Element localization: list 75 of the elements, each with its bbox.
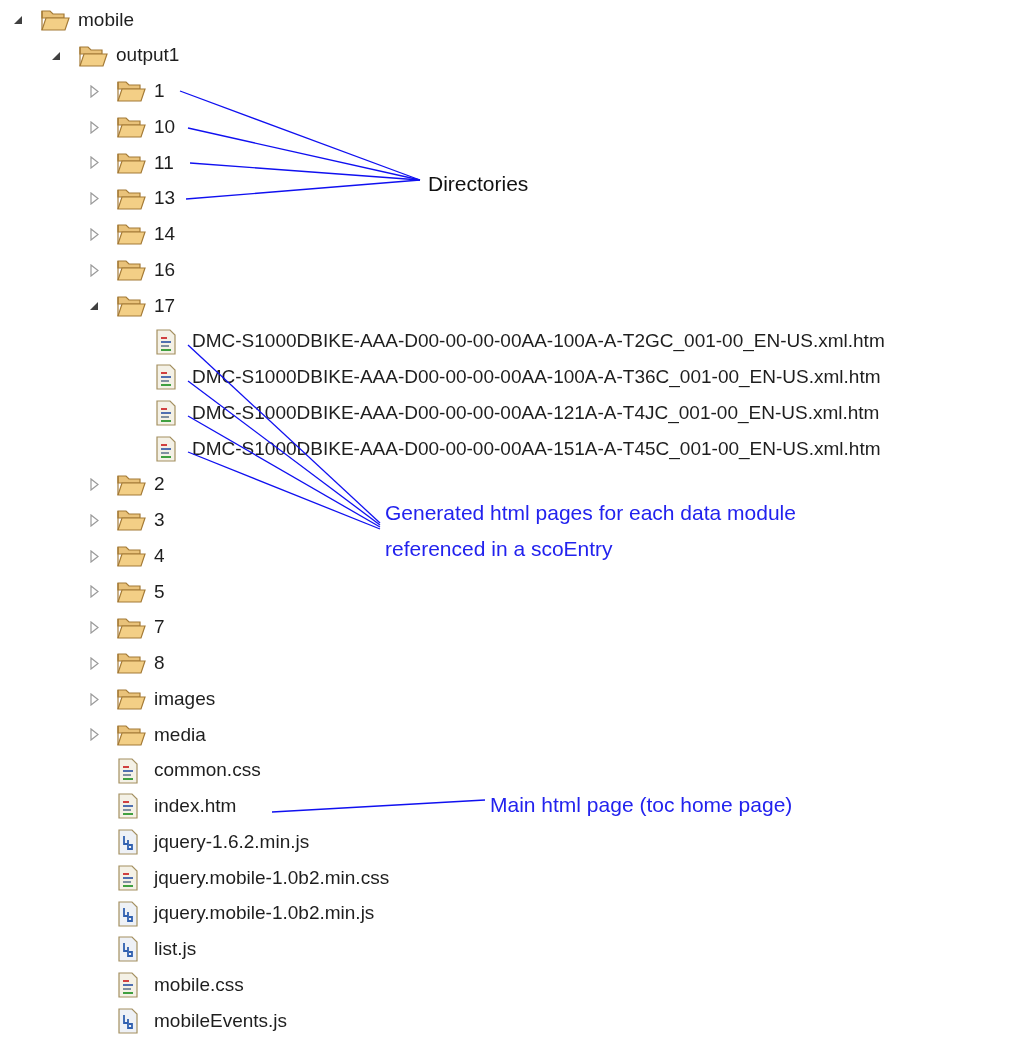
- text-file-icon: [116, 793, 140, 820]
- collapsed-arrow-icon[interactable]: [89, 120, 99, 134]
- tree-item-label[interactable]: index.htm: [154, 792, 237, 821]
- text-file-icon: [154, 328, 178, 355]
- folder-icon: [116, 258, 146, 283]
- tree-item-label[interactable]: 17: [154, 291, 176, 321]
- annotation-label: Main html page (toc home page): [490, 792, 793, 818]
- folder-icon: [116, 150, 146, 175]
- folder-icon: [116, 615, 146, 640]
- tree-item-label[interactable]: 5: [154, 577, 165, 607]
- collapsed-arrow-icon[interactable]: [89, 156, 99, 170]
- text-file-icon: [154, 400, 178, 427]
- folder-icon: [116, 79, 146, 104]
- script-file-icon: [116, 900, 140, 927]
- script-file-icon: [116, 936, 140, 963]
- folder-icon: [116, 222, 146, 247]
- collapsed-arrow-icon[interactable]: [89, 585, 99, 599]
- expanded-arrow-icon[interactable]: [13, 14, 23, 25]
- folder-icon: [116, 472, 146, 497]
- tree-item-label[interactable]: 14: [154, 220, 176, 249]
- folder-icon: [116, 544, 146, 569]
- tree-item-label[interactable]: 11: [154, 148, 174, 178]
- folder-icon: [116, 579, 146, 604]
- tree-item-label[interactable]: jquery.mobile-1.0b2.min.css: [154, 863, 390, 893]
- tree-item-label[interactable]: jquery-1.6.2.min.js: [154, 827, 310, 857]
- collapsed-arrow-icon[interactable]: [89, 263, 99, 277]
- folder-icon: [116, 508, 146, 533]
- tree-item-label[interactable]: images: [154, 684, 216, 714]
- tree-item-label[interactable]: 3: [154, 506, 165, 535]
- tree-item-label[interactable]: common.css: [154, 756, 261, 785]
- collapsed-arrow-icon[interactable]: [89, 192, 99, 206]
- folder-icon: [78, 43, 108, 68]
- folder-icon: [40, 7, 70, 32]
- tree-item-label[interactable]: 13: [154, 184, 176, 213]
- text-file-icon: [154, 435, 178, 462]
- folder-icon: [116, 115, 146, 140]
- tree-item-label[interactable]: media: [154, 720, 206, 750]
- tree-item-label[interactable]: 10: [154, 112, 176, 142]
- tree-item-label[interactable]: mobile.css: [154, 970, 244, 1000]
- script-file-icon: [116, 1007, 140, 1034]
- collapsed-arrow-icon[interactable]: [89, 227, 99, 241]
- collapsed-arrow-icon[interactable]: [89, 656, 99, 670]
- tree-item-label[interactable]: 2: [154, 470, 165, 499]
- collapsed-arrow-icon[interactable]: [89, 84, 99, 98]
- folder-icon: [116, 293, 146, 318]
- expanded-arrow-icon[interactable]: [51, 50, 61, 61]
- text-file-icon: [116, 864, 140, 891]
- tree-item-label[interactable]: mobileEvents.js: [154, 1006, 288, 1036]
- collapsed-arrow-icon[interactable]: [89, 549, 99, 563]
- folder-icon: [116, 186, 146, 211]
- collapsed-arrow-icon[interactable]: [89, 692, 99, 706]
- folder-icon: [116, 722, 146, 747]
- tree-item-label[interactable]: list.js: [154, 935, 197, 964]
- collapsed-arrow-icon[interactable]: [89, 478, 99, 492]
- tree-item-label[interactable]: 1: [154, 77, 165, 106]
- tree-item-label[interactable]: jquery.mobile-1.0b2.min.js: [154, 899, 375, 928]
- annotation-label: Directories: [428, 171, 529, 197]
- text-file-icon: [116, 757, 140, 784]
- tree-item-label[interactable]: output1: [116, 41, 180, 70]
- tree-item-label[interactable]: 8: [154, 649, 165, 678]
- tree-item-label[interactable]: 7: [154, 613, 165, 642]
- text-file-icon: [154, 364, 178, 391]
- tree-item-label[interactable]: DMC-S1000DBIKE-AAA-D00-00-00-00AA-100A-A-T2GC_001-00_EN-US.xml.htm: [192, 327, 885, 356]
- tree-item-label[interactable]: 16: [154, 255, 176, 285]
- text-file-icon: [116, 972, 140, 999]
- collapsed-arrow-icon[interactable]: [89, 513, 99, 527]
- tree-item-label[interactable]: mobile: [78, 5, 134, 35]
- collapsed-arrow-icon[interactable]: [89, 728, 99, 742]
- folder-icon: [116, 651, 146, 676]
- collapsed-arrow-icon[interactable]: [89, 621, 99, 635]
- annotation-label: Generated html pages for each data module referenced in a scoEntry: [385, 500, 797, 562]
- script-file-icon: [116, 829, 140, 856]
- tree-item-label[interactable]: 4: [154, 541, 165, 571]
- expanded-arrow-icon[interactable]: [89, 300, 99, 311]
- folder-icon: [116, 687, 146, 712]
